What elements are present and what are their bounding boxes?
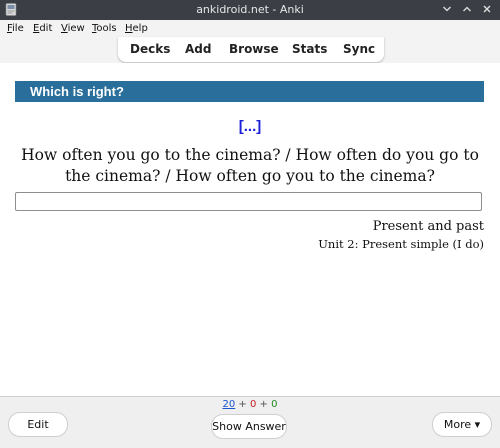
- menu-help[interactable]: Help: [125, 23, 148, 34]
- count-separator: +: [259, 399, 268, 410]
- more-button[interactable]: More ▾: [432, 412, 492, 437]
- card-header-text: Which is right?: [30, 84, 124, 99]
- card-header-bar: Which is right?: [15, 81, 484, 102]
- menu-bar: File Edit View Tools Help: [0, 20, 500, 37]
- show-answer-button[interactable]: Show Answer: [211, 414, 287, 439]
- chevron-down-icon: [443, 6, 451, 12]
- review-count: 0: [271, 399, 278, 410]
- menu-tools[interactable]: Tools: [92, 23, 117, 34]
- answer-input[interactable]: [15, 192, 482, 211]
- new-count[interactable]: 20: [222, 399, 235, 410]
- close-icon: [483, 5, 491, 13]
- close-button[interactable]: [480, 2, 494, 16]
- toolbar-sync[interactable]: Sync: [343, 42, 375, 56]
- window-titlebar: ankidroid.net - Anki: [0, 0, 500, 20]
- cloze-placeholder: [...]: [238, 118, 262, 135]
- main-toolbar: Decks Add Browse Stats Sync: [0, 37, 500, 63]
- card-view: Which is right? [...] How often you go t…: [0, 63, 500, 396]
- due-counts: 20 + 0 + 0: [0, 399, 500, 410]
- toolbar-group: Decks Add Browse Stats Sync: [118, 37, 384, 62]
- menu-edit[interactable]: Edit: [33, 23, 52, 34]
- toolbar-browse[interactable]: Browse: [229, 42, 279, 56]
- chevron-up-icon: [463, 6, 471, 12]
- review-bottom-bar: 20 + 0 + 0 Edit Show Answer More ▾: [0, 396, 500, 448]
- learning-count: 0: [249, 399, 257, 410]
- toolbar-add[interactable]: Add: [185, 42, 211, 56]
- edit-button[interactable]: Edit: [8, 412, 68, 437]
- card-unit: Unit 2: Present simple (I do): [318, 237, 484, 251]
- card-question: How often you go to the cinema? / How of…: [21, 146, 479, 185]
- toolbar-stats[interactable]: Stats: [292, 42, 327, 56]
- card-topic: Present and past: [372, 219, 484, 234]
- minimize-button[interactable]: [440, 2, 454, 16]
- toolbar-decks[interactable]: Decks: [130, 42, 170, 56]
- menu-file[interactable]: File: [7, 23, 24, 34]
- maximize-button[interactable]: [460, 2, 474, 16]
- count-separator: +: [238, 399, 247, 410]
- menu-view[interactable]: View: [61, 23, 85, 34]
- window-title: ankidroid.net - Anki: [196, 3, 304, 16]
